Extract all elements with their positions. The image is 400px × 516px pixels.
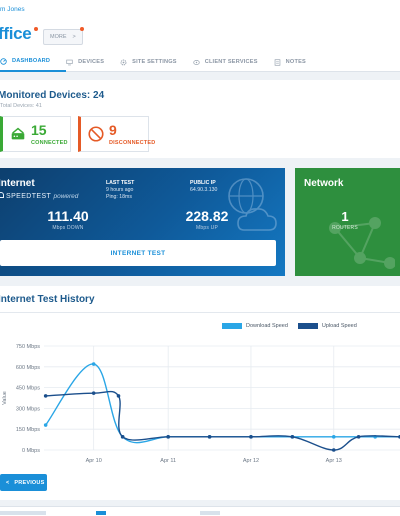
network-title: Network bbox=[304, 178, 344, 189]
upload-point bbox=[290, 435, 295, 439]
bottom-panel-edge bbox=[0, 506, 400, 516]
speed-history-chart: 0 Mbps 150 Mbps 300 Mbps 450 Mbps 600 Mbps 75… bbox=[2, 344, 400, 464]
speedtest-powered: powered bbox=[53, 193, 79, 200]
router-connected-icon bbox=[11, 127, 25, 140]
upload-point bbox=[207, 435, 212, 439]
disconnected-icon bbox=[88, 126, 104, 142]
download-speed: 111.40 bbox=[47, 208, 89, 224]
internet-test-history-card: Internet Test History Download Speed Upl… bbox=[0, 286, 400, 500]
more-label: MORE bbox=[50, 34, 67, 40]
site-header: m Jones ffice MORE > DASHBOARD DEVICES S… bbox=[0, 0, 400, 72]
site-title: ffice bbox=[0, 24, 32, 43]
upload-speed: 228.82 bbox=[185, 208, 229, 224]
download-label: Mbps DOWN bbox=[52, 225, 84, 231]
upload-point bbox=[331, 448, 336, 452]
network-card[interactable]: Network 1 ROUTERS bbox=[295, 168, 400, 276]
total-devices: Total Devices: 41 bbox=[0, 103, 42, 109]
speedtest-brand: SPEEDTEST bbox=[6, 193, 52, 200]
devices-icon bbox=[66, 59, 73, 66]
tab-bar: DASHBOARD DEVICES SITE SETTINGS CLIENT S… bbox=[0, 52, 400, 72]
x-tick-label: Apr 12 bbox=[243, 458, 259, 464]
gauge-icon bbox=[0, 57, 7, 65]
speedtest-logo: SPEEDTEST powered bbox=[0, 192, 78, 200]
download-point bbox=[331, 435, 336, 439]
owner-name[interactable]: m Jones bbox=[0, 6, 25, 13]
y-tick-label: 0 Mbps bbox=[22, 448, 40, 454]
x-tick-label: Apr 10 bbox=[86, 458, 102, 464]
download-point bbox=[43, 423, 48, 427]
tab-label: NOTES bbox=[285, 59, 306, 65]
history-title: Internet Test History bbox=[0, 294, 95, 305]
tab-dashboard[interactable]: DASHBOARD bbox=[0, 52, 67, 72]
connected-count: 15 bbox=[31, 122, 47, 138]
y-tick-label: 450 Mbps bbox=[16, 386, 40, 392]
notes-icon bbox=[274, 58, 281, 66]
chevron-left-icon: < bbox=[6, 479, 10, 486]
settings-icon bbox=[120, 59, 127, 66]
connected-stat[interactable]: 15 CONNECTED bbox=[0, 116, 71, 152]
mini-bar bbox=[96, 511, 106, 515]
client-services-icon bbox=[193, 59, 200, 66]
routers-label: ROUTERS bbox=[332, 225, 358, 231]
tab-label: DASHBOARD bbox=[12, 58, 51, 64]
last-test-ping: Ping: 18ms bbox=[106, 194, 132, 200]
upload-point bbox=[116, 394, 121, 398]
upload-point bbox=[43, 394, 48, 398]
y-tick-label: 300 Mbps bbox=[16, 406, 40, 412]
disconnected-count: 9 bbox=[109, 122, 117, 138]
tab-label: CLIENT SERVICES bbox=[204, 59, 258, 65]
previous-button[interactable]: < PREVIOUS bbox=[0, 474, 47, 491]
disconnected-label: DISCONNECTED bbox=[109, 140, 156, 146]
speedtest-icon bbox=[0, 192, 4, 198]
upload-point bbox=[166, 435, 170, 439]
upload-point bbox=[356, 435, 361, 439]
y-axis-label: Value bbox=[2, 391, 8, 405]
upload-point bbox=[249, 435, 253, 439]
last-test-label: LAST TEST bbox=[106, 180, 135, 186]
notification-dot bbox=[80, 27, 84, 31]
download-point bbox=[91, 362, 96, 366]
internet-card: Internet SPEEDTEST powered LAST TEST 9 h… bbox=[0, 168, 285, 276]
y-tick-label: 750 Mbps bbox=[16, 344, 40, 350]
routers-count: 1 bbox=[341, 209, 349, 224]
divider bbox=[0, 312, 400, 313]
x-tick-label: Apr 11 bbox=[160, 458, 176, 464]
last-test-time: 9 hours ago bbox=[106, 187, 134, 193]
chevron-right-icon: > bbox=[72, 34, 76, 40]
upload-point bbox=[91, 391, 96, 395]
more-button[interactable]: MORE > bbox=[43, 29, 83, 45]
mini-bar bbox=[0, 511, 46, 515]
previous-label: PREVIOUS bbox=[14, 479, 45, 486]
monitored-devices-title: Monitored Devices: 24 bbox=[0, 90, 105, 101]
last-test-info: 9 hours ago Ping: 18ms bbox=[106, 187, 133, 201]
public-ip-label: PUBLIC IP bbox=[190, 180, 216, 186]
y-tick-label: 600 Mbps bbox=[16, 365, 40, 371]
mini-bar bbox=[200, 511, 220, 515]
tab-site-settings[interactable]: SITE SETTINGS bbox=[120, 52, 193, 72]
tab-notes[interactable]: NOTES bbox=[274, 52, 322, 72]
tab-label: DEVICES bbox=[78, 59, 105, 65]
upload-series-line bbox=[45, 390, 400, 451]
download-series-line bbox=[45, 363, 400, 444]
tab-client-services[interactable]: CLIENT SERVICES bbox=[193, 52, 274, 72]
upload-label: Mbps UP bbox=[196, 225, 218, 231]
tab-label: SITE SETTINGS bbox=[132, 59, 177, 65]
x-tick-label: Apr 13 bbox=[326, 458, 342, 464]
internet-test-button[interactable]: INTERNET TEST bbox=[0, 240, 276, 266]
disconnected-stat[interactable]: 9 DISCONNECTED bbox=[78, 116, 155, 152]
tab-devices[interactable]: DEVICES bbox=[66, 52, 120, 72]
status-dot bbox=[34, 27, 38, 31]
upload-point bbox=[120, 435, 125, 439]
connected-label: CONNECTED bbox=[31, 140, 68, 146]
y-tick-label: 150 Mbps bbox=[16, 427, 40, 433]
internet-title: Internet bbox=[0, 178, 35, 189]
monitored-devices-card: Monitored Devices: 24 Total Devices: 41 … bbox=[0, 80, 400, 158]
